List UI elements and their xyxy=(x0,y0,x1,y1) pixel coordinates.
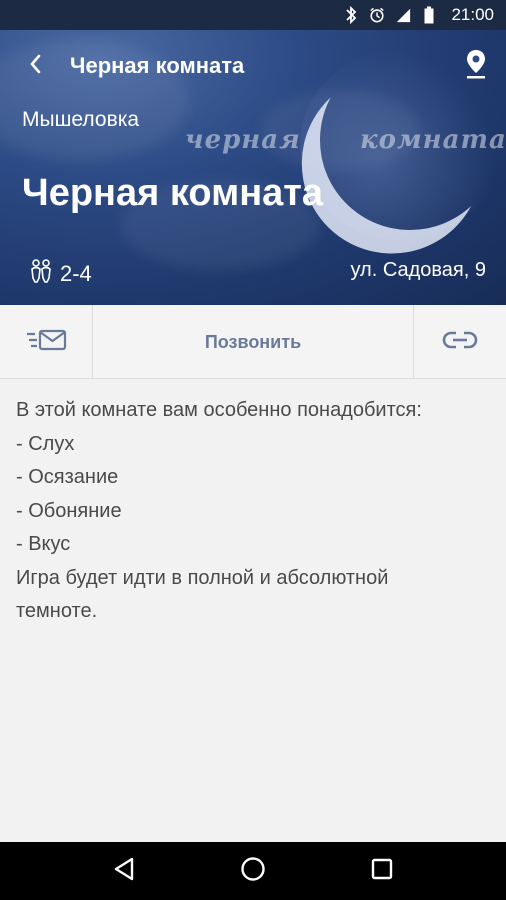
top-app-bar: Черная комната xyxy=(0,30,506,102)
mail-send-icon xyxy=(25,329,67,356)
room-title: Черная комната xyxy=(22,172,324,214)
nav-back-button[interactable] xyxy=(94,842,154,900)
address: ул. Садовая, 9 xyxy=(350,259,486,281)
description-line: - Слух xyxy=(16,432,75,455)
nav-recents-button[interactable] xyxy=(352,842,412,900)
call-button[interactable]: Позвонить xyxy=(93,305,414,379)
status-bar: 21:00 xyxy=(0,0,506,30)
alarm-icon xyxy=(369,6,385,24)
description-line: - Осязание xyxy=(16,466,119,488)
organizer-name: Мышеловка xyxy=(22,108,140,131)
logo-word-1: черная xyxy=(185,125,301,155)
square-recents-icon xyxy=(371,858,393,885)
description-line: темноте. xyxy=(16,600,98,622)
system-nav-bar xyxy=(0,842,506,900)
map-button[interactable] xyxy=(446,30,506,102)
chevron-left-icon xyxy=(28,53,42,80)
triangle-back-icon xyxy=(113,857,135,886)
battery-icon xyxy=(421,6,437,24)
description-line: - Вкус xyxy=(16,533,71,555)
status-time: 21:00 xyxy=(451,5,494,24)
bluetooth-icon xyxy=(343,6,359,24)
logo-word-2: комната xyxy=(360,125,506,155)
back-button[interactable] xyxy=(0,30,70,102)
people-icon xyxy=(28,258,54,290)
room-description: В этой комнате вам особенно понадобится:… xyxy=(16,394,486,629)
signal-icon xyxy=(395,6,411,24)
description-line: В этой комнате вам особенно понадобится: xyxy=(16,399,422,421)
action-bar: Позвонить xyxy=(0,305,506,379)
description-line: - Обоняние xyxy=(16,499,122,522)
players-value: 2-4 xyxy=(60,261,92,286)
link-icon xyxy=(442,330,478,355)
location-pin-icon xyxy=(465,49,487,84)
players-count: 2-4 xyxy=(28,258,92,290)
page-title: Черная комната xyxy=(70,53,245,78)
circle-home-icon xyxy=(240,856,266,887)
nav-home-button[interactable] xyxy=(223,842,283,900)
link-button[interactable] xyxy=(414,305,506,379)
description-line: Игра будет идти в полной и абсолютной xyxy=(16,566,389,589)
message-button[interactable] xyxy=(0,305,93,379)
